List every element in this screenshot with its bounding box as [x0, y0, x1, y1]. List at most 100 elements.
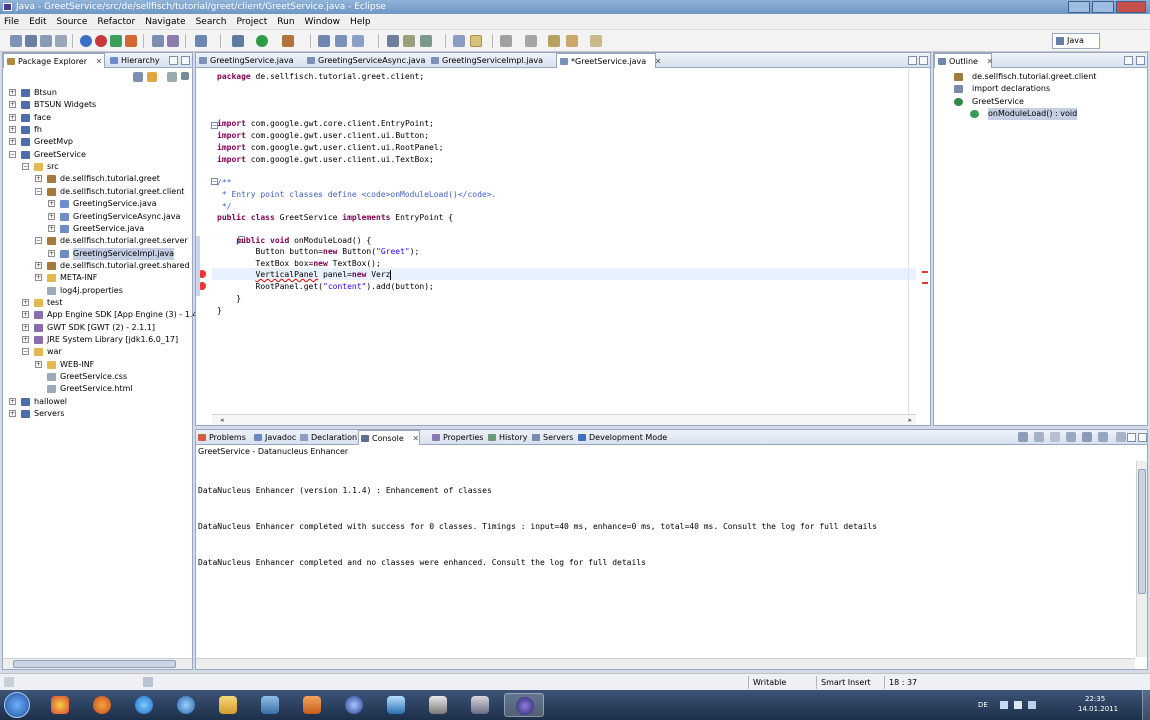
maximize-view-icon[interactable]: [181, 56, 190, 65]
new-interface-icon[interactable]: [352, 35, 364, 47]
view-menu-chevron-icon[interactable]: [181, 72, 189, 80]
deploy-icon[interactable]: [95, 35, 107, 47]
display-console-icon[interactable]: [1098, 432, 1108, 442]
tree-item[interactable]: − src: [3, 161, 189, 173]
tree-item[interactable]: − GreetService: [3, 149, 189, 161]
expand-icon[interactable]: +: [48, 212, 55, 220]
expand-icon[interactable]: +: [35, 274, 42, 282]
tree-item[interactable]: GreetService.html: [3, 383, 189, 395]
pin-console-icon[interactable]: [1082, 432, 1092, 442]
profile-icon[interactable]: [125, 35, 137, 47]
tree-item[interactable]: + de.sellfisch.tutorial.greet.shared: [3, 260, 190, 272]
collapse-icon[interactable]: −: [35, 187, 42, 195]
editor-tab-greetingserviceimpl[interactable]: GreetingServiceImpl.java: [428, 53, 550, 68]
tree-item[interactable]: + App Engine SDK [App Engine (3) - 1.4.0]: [3, 309, 208, 321]
editor-tab-greetingservice[interactable]: GreetingService.java: [196, 53, 298, 68]
expand-icon[interactable]: +: [48, 200, 55, 208]
clock-time[interactable]: 22:35: [1085, 695, 1105, 703]
menu-navigate[interactable]: Navigate: [145, 17, 185, 27]
new-icon[interactable]: [10, 35, 22, 47]
taskbar-item-ie[interactable]: [124, 693, 164, 717]
collapse-icon[interactable]: −: [9, 150, 16, 158]
tree-item[interactable]: + JRE System Library [jdk1.6.0_17]: [3, 334, 189, 346]
show-desktop-button[interactable]: [1142, 690, 1150, 720]
tree-item[interactable]: + fh: [3, 124, 189, 136]
error-token[interactable]: VerticalPanel: [256, 270, 319, 279]
new-class-icon[interactable]: [335, 35, 347, 47]
minimize-icon[interactable]: [1068, 1, 1090, 13]
link-with-editor-icon[interactable]: [147, 72, 157, 82]
taskbar-item-chrome[interactable]: [40, 693, 80, 717]
taskbar-item-globe[interactable]: [334, 693, 374, 717]
tab-close-icon[interactable]: ✕: [987, 57, 994, 66]
tree-item[interactable]: + de.sellfisch.tutorial.greet: [3, 173, 189, 185]
taskbar-item-remote[interactable]: [460, 693, 500, 717]
new-java-project-icon[interactable]: [195, 35, 207, 47]
scroll-thumb[interactable]: [1138, 469, 1146, 594]
console-vscrollbar[interactable]: [1136, 461, 1147, 657]
code-line[interactable]: VerticalPanel panel=new Verz: [217, 269, 392, 281]
outline-item[interactable]: onModuleLoad() : void: [934, 107, 1144, 120]
taskbar-item-inkscape[interactable]: [418, 693, 458, 717]
taskbar-item-app[interactable]: [250, 693, 290, 717]
tree-item[interactable]: + META-INF: [3, 272, 189, 284]
tree-item[interactable]: + Servers: [3, 408, 189, 420]
tree-item[interactable]: − war: [3, 346, 189, 358]
package-explorer-hscrollbar[interactable]: [3, 658, 192, 669]
perspective-java[interactable]: Java: [1052, 33, 1100, 49]
menu-help[interactable]: Help: [350, 17, 371, 27]
overview-error-mark[interactable]: [922, 271, 928, 273]
debug-icon[interactable]: [110, 35, 122, 47]
tree-item[interactable]: − de.sellfisch.tutorial.greet.client: [3, 186, 189, 198]
fast-view-icon[interactable]: [4, 677, 14, 687]
taskbar-item-firefox[interactable]: [82, 693, 122, 717]
expand-icon[interactable]: +: [22, 298, 29, 306]
menu-file[interactable]: File: [4, 17, 19, 27]
taskbar-item-tool[interactable]: [292, 693, 332, 717]
collapse-all-icon[interactable]: [133, 72, 143, 82]
console-hscrollbar[interactable]: [196, 658, 1135, 669]
tree-item[interactable]: + face: [3, 112, 189, 124]
minimize-view-icon[interactable]: [1124, 56, 1133, 65]
code-line[interactable]: RootPanel.get("content").add(button);: [217, 281, 434, 293]
expand-icon[interactable]: +: [9, 113, 16, 121]
tab-history[interactable]: History: [486, 430, 530, 445]
tree-item[interactable]: + Btsun: [3, 87, 189, 99]
outline-item[interactable]: import declarations: [934, 83, 1144, 95]
tree-item[interactable]: + hallowel: [3, 396, 189, 408]
mark-occurrences-icon[interactable]: [420, 35, 432, 47]
forward-icon[interactable]: [590, 35, 602, 47]
editor-tab-greetservice[interactable]: *GreetService.java ✕: [556, 53, 661, 68]
run-icon[interactable]: [256, 35, 268, 47]
maximize-view-icon[interactable]: [1138, 433, 1147, 442]
window-title-bar[interactable]: Java - GreetService/src/de/sellfisch/tut…: [0, 0, 1150, 14]
menu-source[interactable]: Source: [57, 17, 88, 27]
maximize-icon[interactable]: [1092, 1, 1114, 13]
code-line[interactable]: }: [217, 293, 241, 305]
tree-item[interactable]: + GreetMvp: [3, 136, 189, 148]
expand-icon[interactable]: +: [35, 261, 42, 269]
search-icon[interactable]: [387, 35, 399, 47]
tab-close-icon[interactable]: ✕: [655, 57, 662, 66]
scroll-thumb[interactable]: [13, 660, 176, 668]
console-output[interactable]: DataNucleus Enhancer (version 1.1.4) : E…: [198, 461, 877, 593]
volume-icon[interactable]: [1014, 701, 1022, 709]
outline-item[interactable]: de.sellfisch.tutorial.greet.client: [934, 71, 1144, 83]
debug-run-icon[interactable]: [232, 35, 244, 47]
minimize-view-icon[interactable]: [169, 56, 178, 65]
code-line[interactable]: import com.google.gwt.user.client.ui.Roo…: [217, 142, 444, 154]
tab-properties[interactable]: Properties: [430, 430, 486, 445]
clock-date[interactable]: 14.01.2011: [1078, 705, 1118, 713]
expand-icon[interactable]: +: [9, 126, 16, 134]
code-line[interactable]: public class GreetService implements Ent…: [217, 212, 453, 224]
expand-icon[interactable]: +: [22, 336, 29, 343]
tree-item[interactable]: + GreetingServiceAsync.java: [3, 211, 189, 223]
language-indicator[interactable]: DE: [978, 701, 988, 709]
scroll-lock-icon[interactable]: [1066, 432, 1076, 442]
code-line[interactable]: import com.google.gwt.core.client.EntryP…: [217, 118, 434, 130]
code-line[interactable]: import com.google.gwt.user.client.ui.Tex…: [217, 154, 434, 166]
expand-icon[interactable]: +: [9, 89, 16, 96]
menu-edit[interactable]: Edit: [29, 17, 46, 27]
save-icon[interactable]: [25, 35, 37, 47]
menu-search[interactable]: Search: [196, 17, 227, 27]
